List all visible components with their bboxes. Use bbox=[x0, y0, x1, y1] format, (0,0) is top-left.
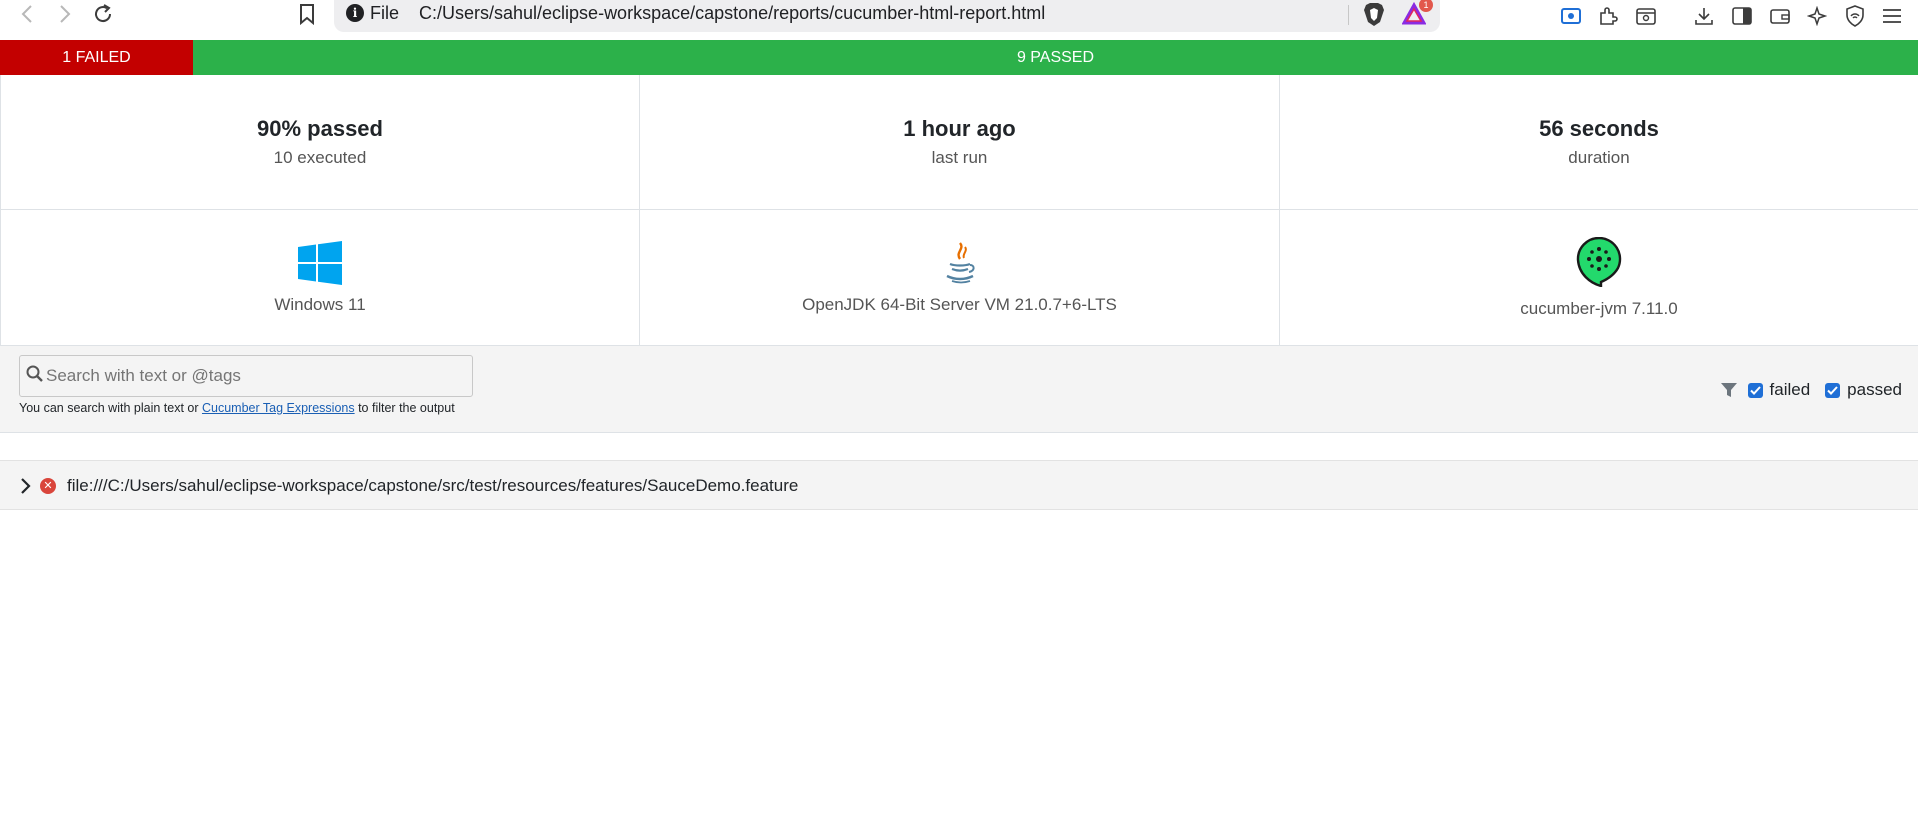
failed-count-bar: 1 FAILED bbox=[0, 40, 193, 75]
failed-status-icon: ✕ bbox=[40, 478, 56, 494]
executed-count: 10 executed bbox=[273, 148, 367, 167]
last-run-label: last run bbox=[931, 148, 988, 167]
vpn-icon[interactable] bbox=[1841, 2, 1869, 30]
search-icon bbox=[26, 365, 43, 382]
summary-grid: 90% passed 10 executed 1 hour ago last r… bbox=[0, 75, 1918, 346]
duration-value: 56 seconds bbox=[1539, 116, 1659, 141]
bookmark-icon[interactable] bbox=[292, 0, 322, 28]
search-input[interactable] bbox=[46, 360, 466, 392]
last-run-summary: 1 hour ago last run bbox=[640, 75, 1280, 210]
tag-expressions-link[interactable]: Cucumber Tag Expressions bbox=[202, 401, 355, 415]
address-scheme: File bbox=[370, 3, 400, 23]
duration-label: duration bbox=[1568, 148, 1630, 167]
sidebar-icon[interactable] bbox=[1728, 2, 1756, 30]
brave-shields-icon[interactable] bbox=[1362, 2, 1386, 33]
extensions-icon[interactable] bbox=[1594, 2, 1622, 30]
java-icon bbox=[945, 241, 975, 283]
search-help-text: You can search with plain text or Cucumb… bbox=[19, 401, 455, 415]
info-icon[interactable]: i bbox=[346, 4, 364, 22]
passed-percentage: 90% passed bbox=[257, 116, 383, 141]
runtime-info: OpenJDK 64-Bit Server VM 21.0.7+6-LTS bbox=[640, 210, 1280, 346]
implementation-label: cucumber-jvm 7.11.0 bbox=[1520, 298, 1678, 318]
passed-filter-label[interactable]: passed bbox=[1847, 380, 1902, 400]
back-button[interactable] bbox=[12, 0, 42, 28]
os-label: Windows 11 bbox=[274, 294, 366, 314]
chevron-right-icon[interactable] bbox=[19, 477, 31, 495]
implementation-info: cucumber-jvm 7.11.0 bbox=[1280, 210, 1918, 346]
feature-row[interactable]: ✕ file:///C:/Users/sahul/eclipse-workspa… bbox=[0, 460, 1918, 510]
address-divider bbox=[1348, 5, 1349, 25]
rewards-badge: 1 bbox=[1419, 0, 1433, 12]
check-icon bbox=[1827, 385, 1838, 395]
cucumber-icon bbox=[1576, 236, 1622, 287]
menu-icon[interactable] bbox=[1878, 2, 1906, 30]
status-bar: 1 FAILED 9 PASSED bbox=[0, 40, 1918, 75]
passed-summary: 90% passed 10 executed bbox=[0, 75, 640, 210]
feature-uri[interactable]: file:///C:/Users/sahul/eclipse-workspace… bbox=[67, 476, 798, 496]
passed-filter-checkbox[interactable] bbox=[1825, 382, 1841, 398]
filter-icon bbox=[1720, 383, 1737, 397]
search-help-prefix: You can search with plain text or bbox=[19, 401, 202, 415]
failed-filter-label[interactable]: failed bbox=[1770, 380, 1811, 400]
runtime-label: OpenJDK 64-Bit Server VM 21.0.7+6-LTS bbox=[802, 294, 1117, 314]
search-panel: You can search with plain text or Cucumb… bbox=[0, 346, 1918, 433]
passed-count-bar: 9 PASSED bbox=[193, 40, 1918, 75]
windows-icon bbox=[298, 240, 342, 285]
duration-summary: 56 seconds duration bbox=[1280, 75, 1918, 210]
last-run-value: 1 hour ago bbox=[903, 116, 1016, 141]
address-bar[interactable]: i File C:/Users/sahul/eclipse-workspace/… bbox=[334, 0, 1440, 32]
page-search-icon[interactable] bbox=[1632, 2, 1660, 30]
os-info: Windows 11 bbox=[0, 210, 640, 346]
forward-button[interactable] bbox=[50, 0, 80, 28]
failed-filter-checkbox[interactable] bbox=[1747, 382, 1763, 398]
screen-record-icon[interactable] bbox=[1557, 2, 1585, 30]
check-icon bbox=[1749, 385, 1761, 395]
search-help-suffix: to filter the output bbox=[354, 401, 455, 415]
download-icon[interactable] bbox=[1690, 2, 1718, 30]
search-box[interactable] bbox=[19, 355, 473, 397]
status-filters: failed passed bbox=[1720, 380, 1902, 400]
leo-ai-icon[interactable] bbox=[1803, 2, 1831, 30]
address-url[interactable]: C:/Users/sahul/eclipse-workspace/capston… bbox=[419, 3, 1045, 24]
browser-toolbar: i File C:/Users/sahul/eclipse-workspace/… bbox=[0, 0, 1918, 40]
reload-button[interactable] bbox=[88, 0, 118, 28]
wallet-icon[interactable] bbox=[1766, 2, 1794, 30]
